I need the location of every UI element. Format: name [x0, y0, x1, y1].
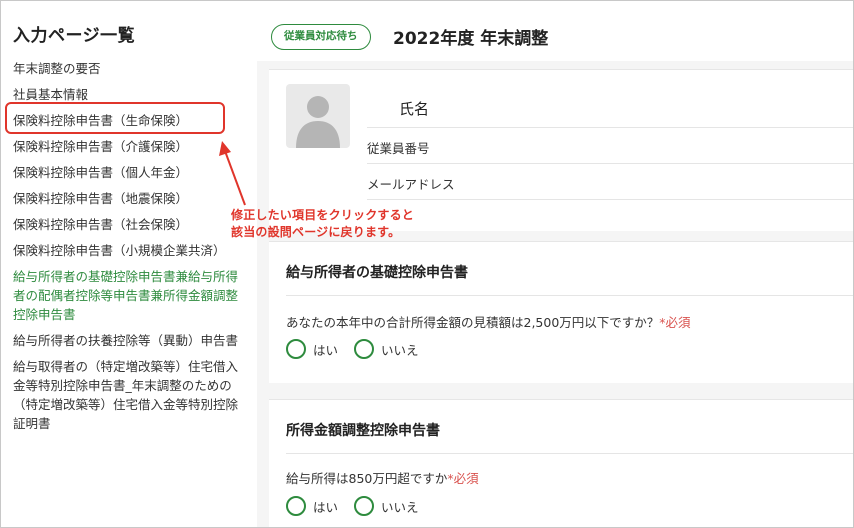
email-label: メールアドレス	[367, 177, 455, 192]
user-silhouette-icon	[296, 96, 340, 148]
radio-no-label: いいえ	[381, 499, 419, 515]
question-label: 給与所得は850万円超ですか	[286, 471, 448, 486]
annotation-line-1: 修正したい項目をクリックすると	[231, 208, 415, 222]
basic-deduction-section: 給与所得者の基礎控除申告書 あなたの本年中の合計所得金額の見積額は2,500万円…	[269, 241, 853, 383]
radio-yes[interactable]: はい	[286, 339, 338, 359]
required-mark: *必須	[447, 471, 479, 486]
annotation-line-2: 該当の設問ページに戻ります。	[231, 225, 401, 239]
sidebar-item-housing-loan-deduction[interactable]: 給与取得者の（特定増改築等）住宅借入金等特別控除申告書_年末調整のための（特定増…	[13, 357, 249, 433]
annotation-text: 修正したい項目をクリックすると 該当の設問ページに戻ります。	[231, 207, 414, 241]
sidebar-item-care-insurance[interactable]: 保険料控除申告書（介護保険）	[13, 137, 249, 156]
radio-yes[interactable]: はい	[286, 496, 338, 516]
radio-no-label: いいえ	[381, 342, 419, 358]
sidebar-item-earthquake-insurance[interactable]: 保険料控除申告書（地震保険）	[13, 189, 249, 208]
employee-number-label: 従業員番号	[367, 141, 430, 156]
sidebar-item-social-insurance[interactable]: 保険料控除申告書（社会保険）	[13, 215, 249, 234]
yes-no-radio-group: はい いいえ	[286, 339, 435, 359]
sidebar-item-small-business-mutual-aid[interactable]: 保険料控除申告書（小規模企業共済）	[13, 241, 249, 260]
radio-no[interactable]: いいえ	[354, 339, 419, 359]
question-label: あなたの本年中の合計所得金額の見積額は2,500万円以下ですか？	[286, 315, 660, 330]
required-mark: *必須	[659, 315, 691, 330]
radio-yes-label: はい	[313, 499, 339, 515]
sidebar-title: 入力ページ一覧	[13, 26, 136, 46]
section-divider	[286, 295, 853, 296]
sidebar-item-personal-pension[interactable]: 保険料控除申告書（個人年金）	[13, 163, 249, 182]
income-adjustment-section: 所得金額調整控除申告書 給与所得は850万円超ですか*必須 はい いいえ	[269, 399, 853, 527]
sidebar-item-dependents-deduction[interactable]: 給与所得者の扶養控除等（異動）申告書	[13, 331, 249, 350]
section-title: 給与所得者の基礎控除申告書	[286, 265, 468, 281]
radio-circle-icon[interactable]	[286, 339, 306, 359]
radio-no[interactable]: いいえ	[354, 496, 419, 516]
avatar	[286, 84, 350, 148]
sidebar-item-nenmatsu-yohi[interactable]: 年末調整の要否	[13, 59, 249, 78]
app-window: 入力ページ一覧 年末調整の要否 社員基本情報 保険料控除申告書（生命保険） 保険…	[0, 0, 854, 528]
radio-circle-icon[interactable]	[354, 496, 375, 516]
section-divider	[286, 453, 853, 454]
main-content: 従業員対応待ち 2022年度 年末調整 氏名 従業員番号 メールアドレス 給与所…	[257, 1, 853, 527]
employee-number-row: 従業員番号	[367, 127, 853, 163]
page-title: 2022年度 年末調整	[393, 29, 549, 49]
radio-yes-label: はい	[313, 342, 339, 358]
sidebar: 入力ページ一覧 年末調整の要否 社員基本情報 保険料控除申告書（生命保険） 保険…	[1, 1, 257, 527]
section-title: 所得金額調整控除申告書	[286, 423, 440, 439]
radio-circle-icon[interactable]	[354, 339, 375, 359]
sidebar-item-basic-spouse-adjustment-deduction[interactable]: 給与所得者の基礎控除申告書兼給与所得者の配偶者控除等申告書兼所得金額調整控除申告…	[13, 267, 249, 324]
status-badge: 従業員対応待ち	[271, 24, 371, 50]
question-text: 給与所得は850万円超ですか*必須	[286, 468, 479, 487]
radio-circle-icon[interactable]	[286, 496, 306, 516]
question-text: あなたの本年中の合計所得金額の見積額は2,500万円以下ですか？*必須	[286, 312, 691, 331]
email-row: メールアドレス	[367, 163, 853, 199]
profile-bottom-divider	[367, 199, 853, 235]
page-header: 従業員対応待ち 2022年度 年末調整	[257, 1, 853, 61]
yes-no-radio-group: はい いいえ	[286, 496, 435, 516]
highlight-box	[5, 102, 225, 134]
name-label: 氏名	[399, 100, 430, 118]
